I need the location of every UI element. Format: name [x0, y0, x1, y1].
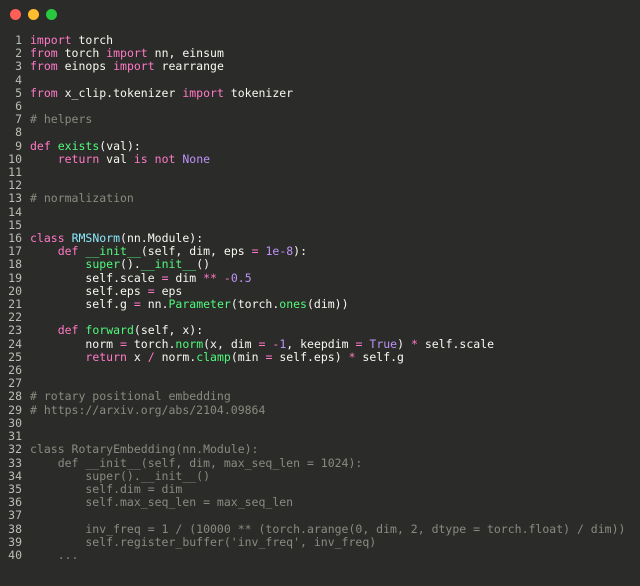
window-titlebar: [0, 0, 640, 28]
line-number: 33: [0, 457, 30, 470]
line-content: self.register_buffer('inv_freq', inv_fre…: [30, 536, 640, 549]
line-number: 28: [0, 390, 30, 403]
line-content: ...: [30, 549, 640, 562]
code-line: 39 self.register_buffer('inv_freq', inv_…: [0, 536, 640, 549]
line-content: from x_clip.tokenizer import tokenizer: [30, 87, 640, 100]
close-icon[interactable]: [10, 9, 21, 20]
line-number: 3: [0, 60, 30, 73]
code-line: 29# https://arxiv.org/abs/2104.09864: [0, 404, 640, 417]
line-content: [30, 417, 640, 430]
code-line: 14: [0, 206, 640, 219]
line-content: [30, 364, 640, 377]
code-line: 6: [0, 100, 640, 113]
line-number: 4: [0, 74, 30, 87]
code-line: 10 return val is not None: [0, 153, 640, 166]
line-content: return x / norm.clamp(min = self.eps) * …: [30, 351, 640, 364]
code-line: 40 ...: [0, 549, 640, 562]
line-content: # normalization: [30, 192, 640, 205]
minimize-icon[interactable]: [28, 9, 39, 20]
code-line: 7# helpers: [0, 113, 640, 126]
line-content: [30, 206, 640, 219]
line-content: self.g = nn.Parameter(torch.ones(dim)): [30, 298, 640, 311]
line-content: # https://arxiv.org/abs/2104.09864: [30, 404, 640, 417]
code-line: 21 self.g = nn.Parameter(torch.ones(dim)…: [0, 298, 640, 311]
line-content: return val is not None: [30, 153, 640, 166]
line-number: 13: [0, 192, 30, 205]
line-number: 8: [0, 126, 30, 139]
code-line: 5from x_clip.tokenizer import tokenizer: [0, 87, 640, 100]
code-line: 36 self.max_seq_len = max_seq_len: [0, 496, 640, 509]
line-number: 24: [0, 338, 30, 351]
code-line: 13# normalization: [0, 192, 640, 205]
line-number: 18: [0, 258, 30, 271]
code-line: 11: [0, 166, 640, 179]
code-line: 3from einops import rearrange: [0, 60, 640, 73]
line-content: [30, 100, 640, 113]
line-number: 37: [0, 509, 30, 522]
zoom-icon[interactable]: [46, 9, 57, 20]
line-number: 34: [0, 470, 30, 483]
line-number: 19: [0, 272, 30, 285]
line-content: [30, 166, 640, 179]
line-content: from einops import rearrange: [30, 60, 640, 73]
line-content: # helpers: [30, 113, 640, 126]
code-editor[interactable]: 1import torch2from torch import nn, eins…: [0, 28, 640, 572]
line-number: 29: [0, 404, 30, 417]
line-number: 23: [0, 324, 30, 337]
line-number: 40: [0, 549, 30, 562]
code-line: 30: [0, 417, 640, 430]
line-number: 38: [0, 523, 30, 536]
line-number: 9: [0, 140, 30, 153]
line-number: 32: [0, 443, 30, 456]
line-content: self.max_seq_len = max_seq_len: [30, 496, 640, 509]
code-line: 26: [0, 364, 640, 377]
line-number: 14: [0, 206, 30, 219]
code-line: 25 return x / norm.clamp(min = self.eps)…: [0, 351, 640, 364]
line-number: 39: [0, 536, 30, 549]
